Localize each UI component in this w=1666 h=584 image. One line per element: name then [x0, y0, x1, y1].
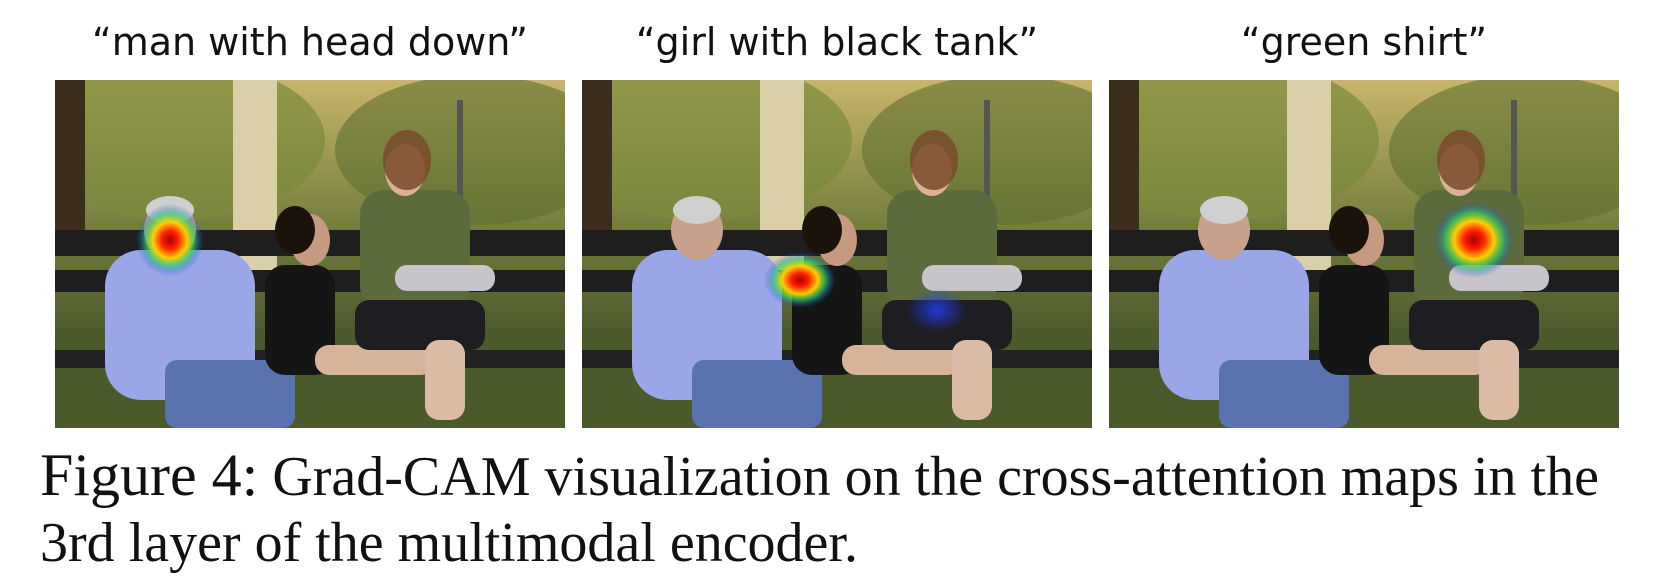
- woman-legs: [1479, 340, 1519, 420]
- bag: [922, 265, 1022, 291]
- photo-panel-3: [1109, 80, 1619, 428]
- woman-shirt: [360, 190, 470, 310]
- grad-cam-image: [1109, 80, 1619, 428]
- panel-title-3: “green shirt”: [1240, 20, 1488, 64]
- figure-caption: Figure 4: Grad-CAM visualization on the …: [40, 442, 1640, 576]
- woman-skirt: [355, 300, 485, 350]
- woman-hair: [1437, 130, 1485, 190]
- grad-cam-image: [582, 80, 1092, 428]
- woman-skirt: [1409, 300, 1539, 350]
- panel-title-1: “man with head down”: [92, 20, 528, 64]
- man-hair: [673, 196, 721, 224]
- girl-hair: [802, 206, 842, 254]
- gradcam-heat-blob: [907, 288, 967, 332]
- tree-trunk: [55, 80, 85, 250]
- gradcam-heat-blob: [136, 204, 204, 276]
- gradcam-heat-blob: [1434, 202, 1514, 278]
- photo-panel-1: [55, 80, 565, 428]
- woman-hair: [910, 130, 958, 190]
- tree-trunk: [1109, 80, 1139, 250]
- caption-text: Grad-CAM visualization on the cross-atte…: [40, 446, 1599, 574]
- woman-legs: [952, 340, 992, 420]
- woman-hair: [383, 130, 431, 190]
- woman-legs: [425, 340, 465, 420]
- bag: [395, 265, 495, 291]
- man-hair: [1200, 196, 1248, 224]
- gradcam-heat-blob: [764, 252, 836, 308]
- grad-cam-image: [55, 80, 565, 428]
- panel-title-2: “girl with black tank”: [635, 20, 1039, 64]
- girl-hair: [1329, 206, 1369, 254]
- photo-panel-2: [582, 80, 1092, 428]
- tree-trunk: [582, 80, 612, 250]
- girl-hair: [275, 206, 315, 254]
- figure-number: Figure 4:: [40, 442, 259, 508]
